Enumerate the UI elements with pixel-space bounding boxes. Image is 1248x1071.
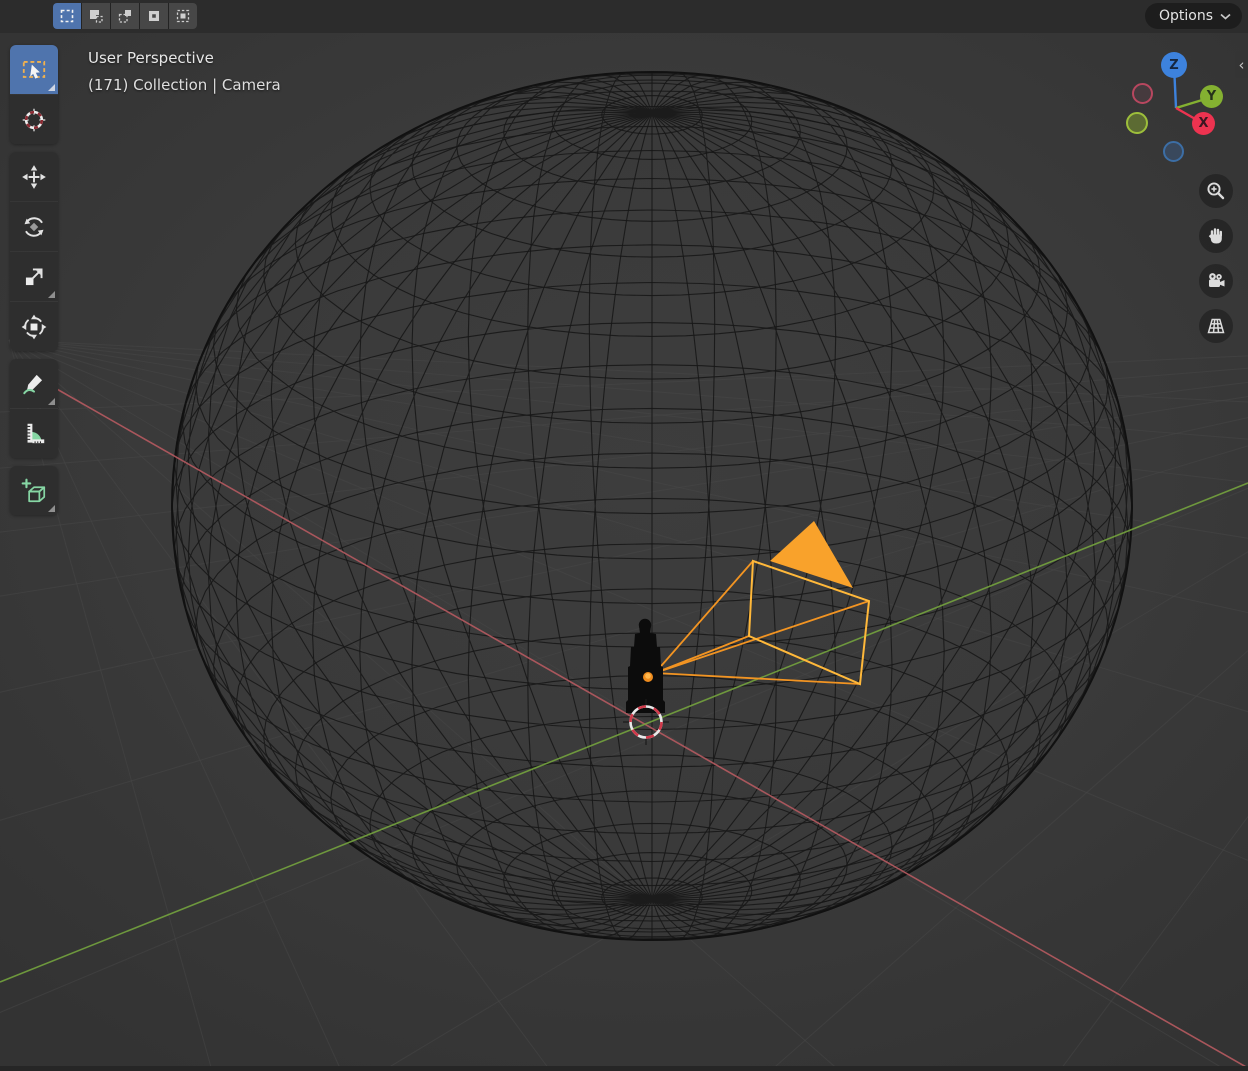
rotate-icon [20,213,48,241]
magnifier-plus-icon [1205,180,1227,202]
tool-group-add [10,466,58,515]
add-cube-icon [20,477,48,505]
gizmo-y-label: Y [1207,89,1216,104]
perspective-grid-icon [1205,315,1227,337]
tool-rotate[interactable] [10,202,58,251]
tool-scale[interactable] [10,252,58,301]
cursor-3d-icon [20,106,48,134]
select-mode-extend[interactable] [82,3,110,29]
gizmo-axis-neg-y[interactable] [1126,112,1148,134]
tool-group-select [10,45,58,144]
gizmo-axis-neg-x[interactable] [1132,83,1153,104]
gizmo-axis-z[interactable]: Z [1161,52,1187,78]
movie-camera-icon [1205,270,1227,292]
tool-annotate[interactable] [10,359,58,408]
measure-icon [20,420,48,448]
transform-icon [20,313,48,341]
options-label: Options [1159,8,1213,24]
pan-button[interactable] [1199,219,1233,253]
select-mode-subtract[interactable] [111,3,139,29]
tool-move[interactable] [10,152,58,201]
chevron-down-icon [1220,13,1231,20]
editor-bottom-edge [0,1066,1248,1071]
sidebar-collapse-chevron[interactable]: ‹ [1235,52,1248,78]
gizmo-x-label: X [1198,116,1208,131]
gizmo-axis-neg-z[interactable] [1163,141,1184,162]
viewport-scene [0,0,1248,1071]
options-dropdown[interactable]: Options [1145,3,1242,29]
select-extend-icon [88,8,104,24]
viewport-header-bar: Options [0,0,1248,33]
select-subtract-icon [117,8,133,24]
scale-icon [20,263,48,291]
blender-viewport: Options User Perspective (171) Collectio… [0,0,1248,1071]
collection-object-label: (171) Collection | Camera [88,76,281,94]
gizmo-axis-x[interactable]: X [1192,112,1215,135]
submenu-corner [48,291,55,298]
select-mode-invert[interactable] [140,3,168,29]
gizmo-z-label: Z [1169,58,1178,73]
select-set-icon [59,8,75,24]
select-mode-group [53,3,197,29]
select-box-icon [20,56,48,84]
gizmo-axis-y[interactable]: Y [1200,85,1223,108]
select-intersect-icon [175,8,191,24]
move-icon [20,163,48,191]
chevron-left-icon: ‹ [1239,56,1245,74]
tool-group-annotate [10,359,58,458]
select-invert-icon [146,8,162,24]
hand-icon [1205,225,1227,247]
camera-view-button[interactable] [1199,264,1233,298]
tool-cursor[interactable] [10,95,58,144]
zoom-button[interactable] [1199,174,1233,208]
toggle-projection-button[interactable] [1199,309,1233,343]
submenu-corner [48,84,55,91]
tool-add-cube[interactable] [10,466,58,515]
tool-measure[interactable] [10,409,58,458]
select-mode-intersect[interactable] [169,3,197,29]
select-mode-set[interactable] [53,3,81,29]
view-name-label: User Perspective [88,49,214,67]
submenu-corner [48,505,55,512]
tool-transform[interactable] [10,302,58,351]
annotate-icon [20,370,48,398]
tool-group-transform [10,152,58,351]
tool-shelf [10,45,58,515]
submenu-corner [48,398,55,405]
wireframe-sphere-object[interactable] [172,72,1132,940]
tool-select-box[interactable] [10,45,58,94]
